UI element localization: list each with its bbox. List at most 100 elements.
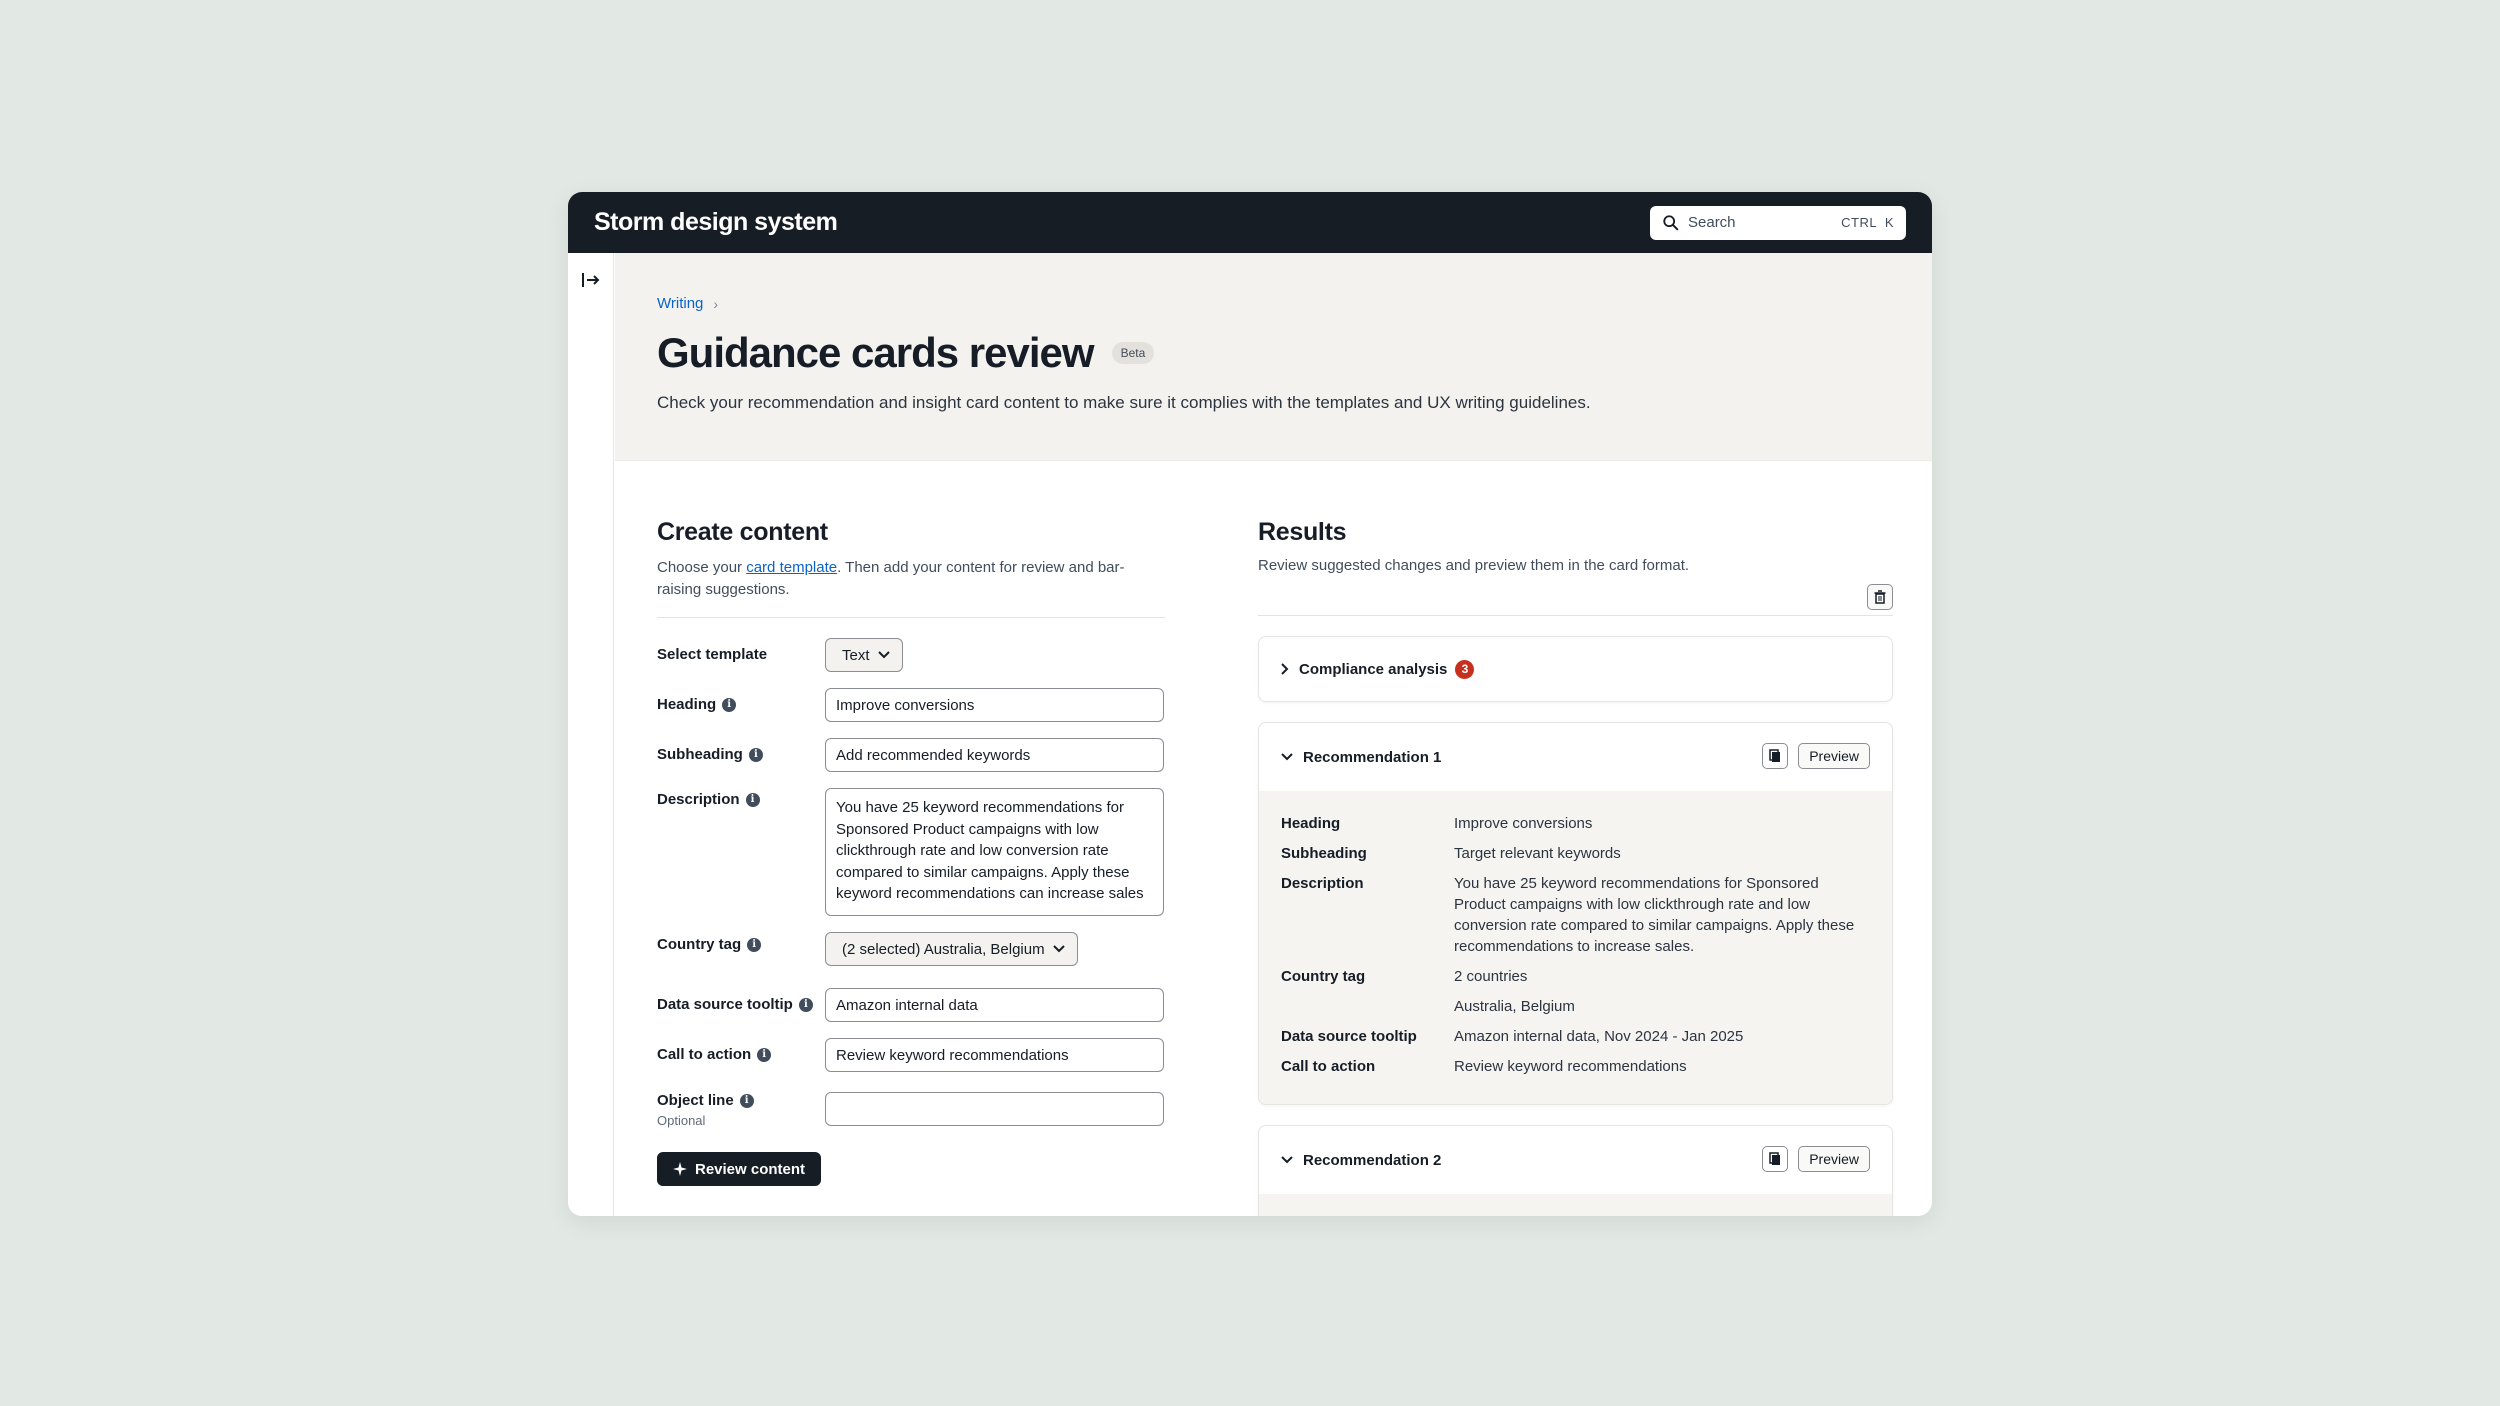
- create-content-title: Create content: [657, 518, 828, 546]
- recommendation-2-panel: Recommendation 2 Preview: [1258, 1125, 1893, 1216]
- template-label-text: Select template: [657, 646, 768, 663]
- country-row: Country tag i (2 selected) Australia, Bel…: [657, 932, 1165, 988]
- top-navigation: Storm design system Search CTRL K: [568, 192, 1932, 253]
- template-select[interactable]: Text: [825, 638, 903, 672]
- subheading-row: Subheading i Add recommended keywords: [657, 738, 1165, 788]
- divider: [657, 617, 1165, 618]
- template-select-value: Text: [842, 646, 870, 664]
- review-content-button[interactable]: Review content: [657, 1152, 822, 1186]
- detail-key: Description: [1281, 875, 1364, 892]
- chevron-down-icon: [877, 651, 890, 659]
- recommendation-1-details: Heading Improve conversions Subheading Tar…: [1259, 791, 1892, 1104]
- detail-key: [1281, 996, 1454, 1017]
- info-icon[interactable]: i: [747, 937, 762, 952]
- object-line-row: Object line i Optional: [657, 1088, 1165, 1152]
- datasource-input[interactable]: Amazon internal data: [825, 988, 1164, 1022]
- search-icon: [1663, 214, 1679, 230]
- detail-key: Subheading: [1281, 845, 1367, 862]
- subtitle-prefix: Choose your: [657, 559, 747, 576]
- detail-row: Description You have 25 keyword recommend…: [1281, 873, 1870, 957]
- recommendation-1-title: Recommendation 1: [1303, 748, 1442, 766]
- app-window: Storm design system Search CTRL K Writin…: [568, 192, 1932, 1216]
- heading-label-text: Heading: [657, 696, 717, 713]
- recommendation-2-header[interactable]: Recommendation 2 Preview: [1259, 1126, 1892, 1194]
- results-subtitle: Review suggested changes and preview the…: [1258, 557, 1690, 574]
- breadcrumb-chevron-icon: ›: [713, 295, 719, 312]
- cta-input[interactable]: Review keyword recommendations: [825, 1038, 1164, 1072]
- description-textarea[interactable]: You have 25 keyword recommendations for …: [825, 788, 1164, 916]
- subheading-label-text: Subheading: [657, 746, 743, 763]
- side-gutter: [568, 253, 614, 1216]
- chevron-right-icon: [1281, 663, 1289, 675]
- copy-icon: [1769, 749, 1781, 762]
- detail-key: Data source tooltip: [1281, 1028, 1417, 1045]
- results-section: Results Review suggested changes and pre…: [1258, 518, 1893, 1216]
- copy-icon: [1769, 1152, 1781, 1165]
- detail-value: You have 25 keyword recommendations for …: [1454, 875, 1855, 955]
- heading-row: Heading i Improve conversions: [657, 688, 1165, 738]
- page-header: Writing › Guidance cards review Beta Che…: [615, 253, 1932, 461]
- info-icon[interactable]: i: [748, 747, 763, 762]
- detail-row: Country tag 2 countries: [1281, 966, 1870, 987]
- object-line-input[interactable]: [825, 1092, 1164, 1126]
- description-label-text: Description: [657, 791, 740, 808]
- recommendation-2-details: [1259, 1194, 1892, 1216]
- heading-input[interactable]: Improve conversions: [825, 688, 1164, 722]
- heading-label: Heading i: [657, 688, 825, 713]
- template-row: Select template Text: [657, 638, 1165, 688]
- datasource-label: Data source tooltip i: [657, 988, 825, 1013]
- compliance-title: Compliance analysis: [1299, 660, 1448, 678]
- card-template-link[interactable]: card template: [746, 559, 837, 576]
- compliance-header[interactable]: Compliance analysis 3: [1259, 637, 1892, 701]
- preview-button[interactable]: Preview: [1798, 1146, 1870, 1172]
- content-form: Select template Text Heading i Improve co…: [657, 638, 1165, 1186]
- info-icon[interactable]: i: [798, 997, 813, 1012]
- cta-row: Call to action i Review keyword recommend…: [657, 1038, 1165, 1088]
- page-title-row: Guidance cards review Beta: [657, 329, 1155, 377]
- country-label-text: Country tag: [657, 936, 742, 953]
- object-line-label: Object line i Optional: [657, 1088, 825, 1128]
- detail-row: Subheading Target relevant keywords: [1281, 843, 1870, 864]
- create-content-section: Create content Choose your card template…: [657, 518, 1165, 1186]
- copy-button[interactable]: [1762, 743, 1789, 769]
- page-description: Check your recommendation and insight ca…: [657, 393, 1591, 412]
- info-icon[interactable]: i: [722, 697, 737, 712]
- breadcrumb-writing[interactable]: Writing: [657, 295, 703, 312]
- recommendation-1-header[interactable]: Recommendation 1 Preview: [1259, 723, 1892, 791]
- datasource-row: Data source tooltip i Amazon internal dat…: [657, 988, 1165, 1038]
- description-row: Description i You have 25 keyword recomme…: [657, 788, 1165, 932]
- detail-row: Australia, Belgium: [1281, 996, 1870, 1017]
- copy-button[interactable]: [1762, 1146, 1789, 1172]
- clear-results-button[interactable]: [1867, 584, 1893, 610]
- recommendation-2-actions: Preview: [1762, 1146, 1870, 1172]
- detail-value: 2 countries: [1454, 968, 1528, 985]
- expand-sidebar-icon[interactable]: [580, 269, 602, 291]
- divider: [1258, 615, 1893, 616]
- country-multiselect[interactable]: (2 selected) Australia, Belgium: [825, 932, 1078, 966]
- detail-row: Call to action Review keyword recommendat…: [1281, 1056, 1870, 1077]
- search-placeholder: Search: [1688, 214, 1736, 231]
- detail-key: Heading: [1281, 815, 1341, 832]
- beta-badge: Beta: [1111, 342, 1155, 364]
- chevron-down-icon: [1281, 753, 1293, 761]
- preview-button[interactable]: Preview: [1798, 743, 1870, 769]
- recommendation-2-title: Recommendation 2: [1303, 1151, 1442, 1169]
- country-label: Country tag i: [657, 932, 825, 953]
- create-content-subtitle: Choose your card template. Then add your…: [657, 557, 1165, 601]
- chevron-down-icon: [1052, 945, 1065, 953]
- datasource-label-text: Data source tooltip: [657, 996, 793, 1013]
- info-icon[interactable]: i: [757, 1047, 772, 1062]
- chevron-down-icon: [1281, 1156, 1293, 1164]
- detail-value: Australia, Belgium: [1454, 998, 1575, 1015]
- search-input[interactable]: Search CTRL K: [1650, 205, 1906, 240]
- compliance-analysis-panel[interactable]: Compliance analysis 3: [1258, 636, 1893, 702]
- logo[interactable]: Storm design system: [594, 208, 838, 237]
- detail-row: Heading Improve conversions: [1281, 813, 1870, 834]
- info-icon[interactable]: i: [745, 792, 760, 807]
- recommendation-1-panel: Recommendation 1 Preview Heading Improve …: [1258, 722, 1893, 1105]
- compliance-count-badge: 3: [1455, 659, 1475, 679]
- subheading-input[interactable]: Add recommended keywords: [825, 738, 1164, 772]
- detail-key: Call to action: [1281, 1058, 1376, 1075]
- sparkle-icon: [673, 1162, 687, 1176]
- info-icon[interactable]: i: [739, 1093, 754, 1108]
